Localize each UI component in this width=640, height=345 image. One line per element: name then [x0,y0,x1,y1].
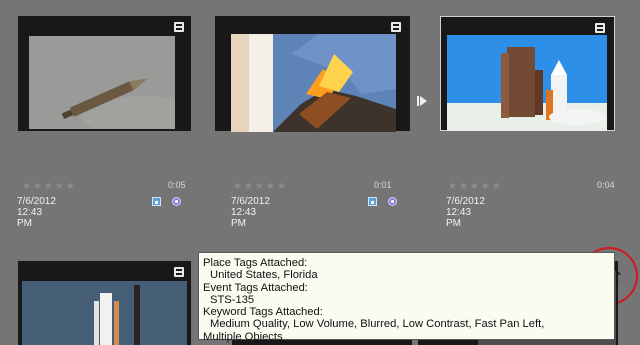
place-tags-value: United States, Florida [210,269,318,282]
thumbnail-image [231,34,396,132]
place-tags-heading: Place Tags Attached: [203,257,308,269]
keyword-tags-heading: Keyword Tags Attached: [203,306,323,319]
thumbnail-image [29,36,175,129]
film-icon [174,22,184,32]
event-tags-value: STS-135 [210,293,255,306]
duration-label: 0:05 [168,180,186,190]
thumbnail-frame[interactable] [215,16,410,132]
date-label: 7/6/2012 12:43 PM [231,196,270,229]
face-icon[interactable] [172,197,181,206]
keyword-tags-value-line-1: Medium Quality, Low Volume, Blurred, Low… [210,318,545,331]
film-icon [595,23,605,33]
thumbnail-frame[interactable] [440,16,615,131]
film-icon [174,267,184,277]
rating-stars[interactable]: ★★★★★ [22,181,77,192]
film-icon [391,22,401,32]
thumbnail-image [22,281,187,345]
chevron-right-icon[interactable] [416,95,428,107]
thumbnail-image [447,35,607,131]
date-label: 7/6/2012 12:43 PM [446,196,485,229]
keyword-tags-value-line-2: Multiple Objects [203,330,283,343]
tag-icon[interactable] [368,197,377,206]
thumbnail-frame[interactable] [18,16,191,131]
rating-stars[interactable]: ★★★★★ [448,181,503,192]
tags-tooltip: Place Tags Attached: United States, Flor… [198,252,615,343]
rating-stars[interactable]: ★★★★★ [233,181,288,192]
thumbnail-frame[interactable] [18,261,191,345]
date-label: 7/6/2012 12:43 PM [17,196,56,229]
event-tags-heading: Event Tags Attached: [203,281,308,294]
duration-label: 0:01 [374,180,392,190]
duration-label: 0:04 [597,180,615,190]
face-icon[interactable] [388,197,397,206]
tag-icon[interactable] [152,197,161,206]
